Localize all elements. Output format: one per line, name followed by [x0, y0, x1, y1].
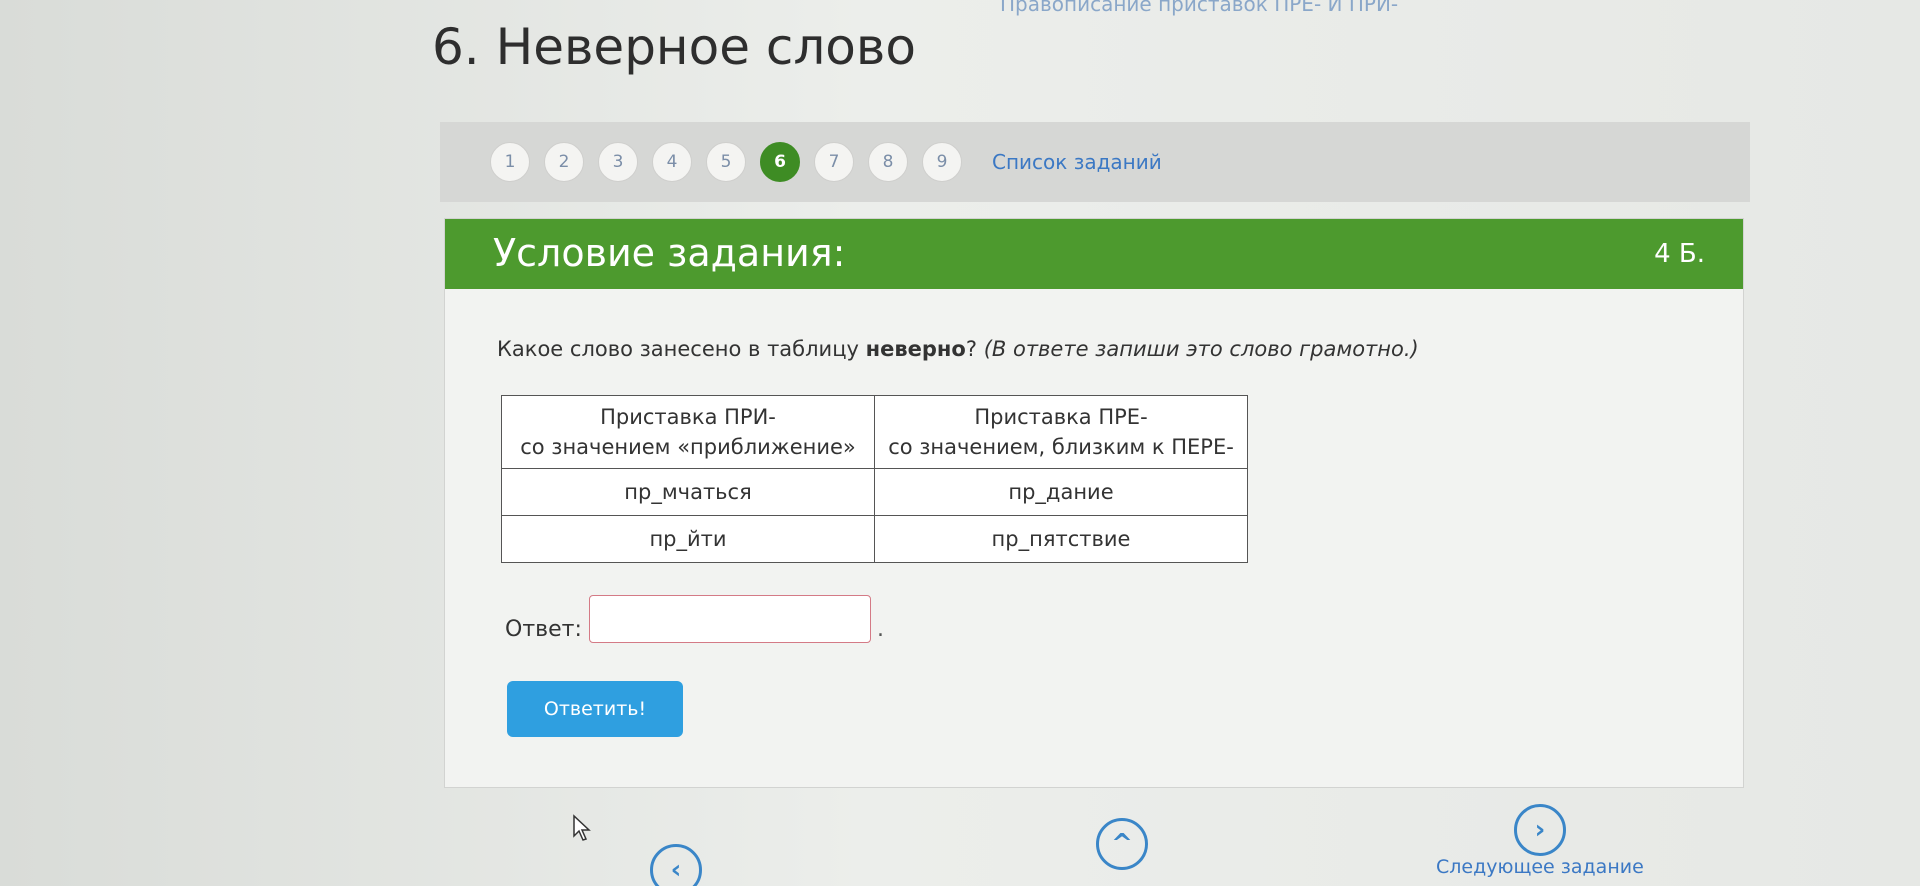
task-number-2[interactable]: 2 [544, 142, 584, 182]
task-number-1[interactable]: 1 [490, 142, 530, 182]
task-number-3[interactable]: 3 [598, 142, 638, 182]
next-task-link[interactable]: Следующее задание [1436, 856, 1644, 878]
submit-button[interactable]: Ответить! [507, 681, 683, 737]
table-header-pre-line2: со значением, близким к ПЕРЕ- [888, 435, 1234, 459]
answer-input[interactable] [589, 595, 871, 643]
table-cell: пр_йти [501, 515, 875, 563]
table-header-pre-line1: Приставка ПРЕ- [974, 405, 1148, 429]
table-header-pre: Приставка ПРЕ- со значением, близким к П… [874, 395, 1248, 469]
page: Правописание приставок ПРЕ- И ПРИ- 6. Не… [0, 0, 1920, 886]
table-cell: пр_дание [874, 468, 1248, 516]
task-condition-title: Условие задания: [493, 231, 846, 275]
table-cell: пр_пятствие [874, 515, 1248, 563]
question-bold: неверно [865, 337, 966, 361]
chevron-up-icon[interactable]: ^ [1096, 818, 1148, 870]
task-number-8[interactable]: 8 [868, 142, 908, 182]
chevron-left-icon[interactable]: ‹ [650, 844, 702, 886]
question-text: Какое слово занесено в таблицу неверно? … [497, 337, 1419, 361]
page-title: 6. Неверное слово [432, 18, 916, 76]
table-header-pri-line2: со значением «приближение» [520, 435, 856, 459]
question-end: ? [965, 337, 984, 361]
task-number-6-active[interactable]: 6 [760, 142, 800, 182]
breadcrumb[interactable]: Правописание приставок ПРЕ- И ПРИ- [1000, 0, 1398, 16]
task-card-header: Условие задания: 4 Б. [445, 219, 1743, 289]
task-number-4[interactable]: 4 [652, 142, 692, 182]
task-card: Условие задания: 4 Б. Какое слово занесе… [444, 218, 1744, 788]
table-header-pri: Приставка ПРИ- со значением «приближение… [501, 395, 875, 469]
chevron-right-icon[interactable]: › [1514, 804, 1566, 856]
mouse-cursor-icon [573, 814, 591, 841]
task-number-5[interactable]: 5 [706, 142, 746, 182]
answer-label: Ответ: [505, 617, 582, 642]
answer-suffix: . [877, 617, 884, 642]
table-header-row: Приставка ПРИ- со значением «приближение… [501, 395, 1248, 469]
task-list-link[interactable]: Список заданий [992, 150, 1162, 174]
table-cell: пр_мчаться [501, 468, 875, 516]
table-row: пр_йти пр_пятствие [501, 515, 1248, 563]
task-navigation: 1 2 3 4 5 6 7 8 9 Список заданий [440, 122, 1750, 202]
table-header-pri-line1: Приставка ПРИ- [600, 405, 776, 429]
prefix-table: Приставка ПРИ- со значением «приближение… [501, 395, 1248, 563]
task-points: 4 Б. [1654, 239, 1705, 269]
table-row: пр_мчаться пр_дание [501, 468, 1248, 516]
task-number-7[interactable]: 7 [814, 142, 854, 182]
question-start: Какое слово занесено в таблицу [497, 337, 866, 361]
task-number-9[interactable]: 9 [922, 142, 962, 182]
question-hint: (В ответе запиши это слово грамотно.) [983, 337, 1419, 361]
